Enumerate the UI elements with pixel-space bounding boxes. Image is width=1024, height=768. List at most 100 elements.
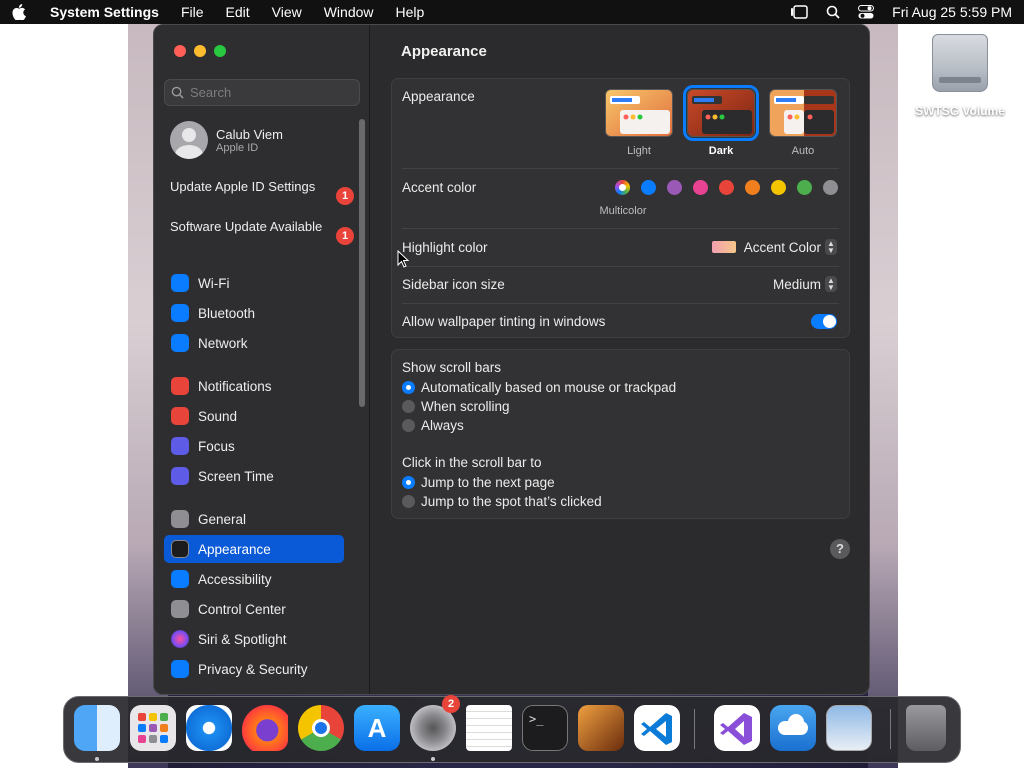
wifi-icon	[171, 274, 189, 292]
edit-menu[interactable]: Edit	[226, 4, 250, 20]
sidebar-item-network[interactable]: Network	[164, 329, 344, 357]
desktop-volume[interactable]: SWTSG Volume	[908, 34, 1012, 118]
stage-manager-icon[interactable]	[790, 5, 808, 19]
jump-spot-clicked-radio[interactable]: Jump to the spot that’s clicked	[402, 494, 602, 509]
accent-graphite-swatch[interactable]	[823, 180, 838, 195]
wallpaper-tinting-toggle[interactable]	[811, 314, 837, 329]
accent-green-swatch[interactable]	[797, 180, 812, 195]
highlight-color-popup[interactable]: Accent Color ▲ ▼	[711, 239, 837, 255]
dock-separator	[694, 709, 695, 749]
appearance-settings-panel: Appearance Light Dark Auto Accent color	[391, 78, 850, 338]
alert-label: Update Apple ID Settings	[170, 179, 316, 194]
trash-icon[interactable]	[906, 705, 946, 751]
dock-separator	[890, 709, 891, 749]
file-menu[interactable]: File	[181, 4, 204, 20]
apple-id-account[interactable]: Calub Viem Apple ID	[170, 121, 283, 159]
window-menu[interactable]: Window	[324, 4, 374, 20]
weather-icon[interactable]	[770, 705, 816, 751]
appearance-dark-label: Dark	[708, 145, 734, 157]
menubar-clock[interactable]: Fri Aug 25 5:59 PM	[892, 4, 1012, 20]
sidebar-item-notifications[interactable]: Notifications	[164, 372, 344, 400]
accent-pink-swatch[interactable]	[693, 180, 708, 195]
launchpad-icon[interactable]	[130, 705, 176, 751]
show-scroll-bars-label: Show scroll bars	[402, 360, 502, 375]
scroll-always-radio[interactable]: Always	[402, 418, 464, 433]
settings-sidebar: Calub Viem Apple ID Update Apple ID Sett…	[154, 25, 370, 694]
sidebar-item-sound[interactable]: Sound	[164, 402, 344, 430]
vscode-icon[interactable]	[634, 705, 680, 751]
appearance-auto-thumb[interactable]	[769, 89, 837, 137]
search-input[interactable]	[190, 85, 350, 100]
scroll-auto-radio[interactable]: Automatically based on mouse or trackpad	[402, 380, 676, 395]
radio-selected	[402, 381, 415, 394]
external-drive-icon	[932, 34, 988, 92]
sidebar-item-label: Privacy & Security	[198, 661, 308, 677]
preview-icon[interactable]	[826, 705, 872, 751]
software-update-item[interactable]: Software Update Available 1	[170, 219, 354, 245]
sidebar-item-label: General	[198, 511, 247, 527]
sidebar-item-label: Bluetooth	[198, 305, 256, 321]
appearance-light-thumb[interactable]	[605, 89, 673, 137]
avatar	[170, 121, 208, 159]
spotlight-search-icon[interactable]	[826, 5, 840, 19]
view-menu[interactable]: View	[272, 4, 302, 20]
garageband-icon[interactable]	[578, 705, 624, 751]
sidebar-item-wifi[interactable]: Wi-Fi	[164, 269, 344, 297]
desktop-volume-label: SWTSG Volume	[915, 104, 1005, 118]
zoom-button[interactable]	[214, 45, 226, 57]
firefox-icon[interactable]	[242, 705, 288, 751]
sidebar-item-accessibility[interactable]: Accessibility	[164, 565, 344, 593]
accent-multicolor-swatch[interactable]	[615, 180, 630, 195]
sidebar-item-label: Appearance	[198, 541, 271, 557]
radio-label: Automatically based on mouse or trackpad	[421, 380, 677, 395]
gear-icon	[171, 510, 189, 528]
help-menu[interactable]: Help	[396, 4, 425, 20]
finder-icon[interactable]	[74, 705, 120, 751]
click-scroll-bar-label: Click in the scroll bar to	[402, 455, 542, 470]
radio-unselected	[402, 495, 415, 508]
sidebar-scrollbar[interactable]	[359, 119, 365, 407]
alert-label: Software Update Available	[170, 219, 323, 234]
sidebar-item-bluetooth[interactable]: Bluetooth	[164, 299, 344, 327]
sidebar-item-appearance[interactable]: Appearance	[164, 535, 344, 563]
update-apple-id-item[interactable]: Update Apple ID Settings 1	[170, 179, 354, 205]
dock: A 2 >_	[63, 695, 961, 763]
divider	[402, 168, 839, 169]
textedit-icon[interactable]	[466, 705, 512, 751]
bluetooth-icon	[171, 304, 189, 322]
help-button[interactable]: ?	[830, 539, 850, 559]
control-center-icon[interactable]	[858, 5, 875, 19]
scroll-when-scrolling-radio[interactable]: When scrolling	[402, 399, 510, 414]
app-name-menu[interactable]: System Settings	[50, 4, 159, 20]
apple-menu-icon[interactable]	[12, 4, 28, 20]
highlight-color-label: Highlight color	[402, 240, 488, 255]
sidebar-item-general[interactable]: General	[164, 505, 344, 533]
accent-orange-swatch[interactable]	[745, 180, 760, 195]
close-button[interactable]	[174, 45, 186, 57]
radio-selected	[402, 476, 415, 489]
hand-icon	[171, 660, 189, 678]
accent-red-swatch[interactable]	[719, 180, 734, 195]
hourglass-icon	[171, 467, 189, 485]
sidebar-item-label: Screen Time	[198, 468, 274, 484]
safari-icon[interactable]	[186, 705, 232, 751]
minimize-button[interactable]	[194, 45, 206, 57]
app-store-icon[interactable]: A	[354, 705, 400, 751]
sidebar-item-control-center[interactable]: Control Center	[164, 595, 344, 623]
accent-blue-swatch[interactable]	[641, 180, 656, 195]
jump-next-page-radio[interactable]: Jump to the next page	[402, 475, 555, 490]
accent-purple-swatch[interactable]	[667, 180, 682, 195]
search-field[interactable]	[164, 79, 360, 106]
accent-yellow-swatch[interactable]	[771, 180, 786, 195]
sidebar-icon-size-popup[interactable]: Medium ▲ ▼	[773, 276, 837, 292]
sidebar-item-siri-spotlight[interactable]: Siri & Spotlight	[164, 625, 344, 653]
sidebar-item-screen-time[interactable]: Screen Time	[164, 462, 344, 490]
appearance-dark-thumb[interactable]	[683, 85, 759, 141]
chrome-icon[interactable]	[298, 705, 344, 751]
account-subtitle: Apple ID	[216, 141, 259, 154]
visual-studio-icon[interactable]	[714, 705, 760, 751]
search-icon	[171, 86, 184, 99]
sidebar-item-focus[interactable]: Focus	[164, 432, 344, 460]
sidebar-item-privacy-security[interactable]: Privacy & Security	[164, 655, 344, 683]
terminal-icon[interactable]: >_	[522, 705, 568, 751]
